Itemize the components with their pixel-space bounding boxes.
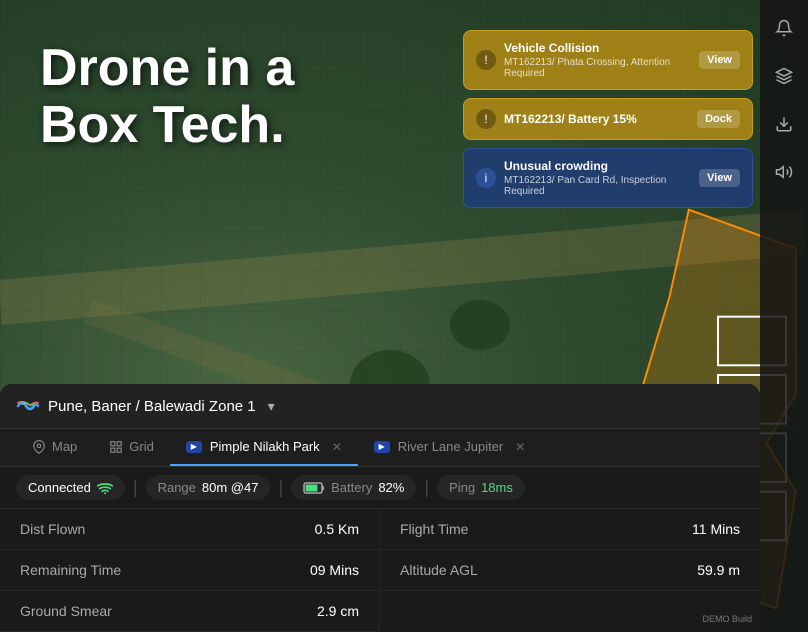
battery-label: Battery bbox=[331, 480, 372, 495]
panel-logo bbox=[16, 394, 40, 418]
alert-title-3: Unusual crowding bbox=[504, 159, 691, 173]
stat-label: Altitude AGL bbox=[400, 562, 478, 578]
alert-subtitle-3: MT162213/ Pan Card Rd, Inspection Requir… bbox=[504, 175, 691, 197]
panel-tabs: Map Grid ▶ Pimple Nilakh Park ✕ ▶ River … bbox=[0, 429, 760, 467]
tab-close-2[interactable]: ✕ bbox=[515, 440, 525, 454]
alert-vehicle-collision: ! Vehicle Collision MT162213/ Phata Cros… bbox=[463, 30, 753, 90]
alert-battery: ! MT162213/ Battery 15% Dock bbox=[463, 98, 753, 140]
ping-label: Ping bbox=[449, 480, 475, 495]
ping-pill: Ping 18ms bbox=[437, 475, 525, 500]
video-badge-1: ▶ bbox=[186, 441, 202, 453]
tab-river-lane[interactable]: ▶ River Lane Jupiter ✕ bbox=[358, 429, 542, 466]
stat-label: Flight Time bbox=[400, 521, 468, 537]
volume-icon[interactable] bbox=[768, 156, 800, 188]
battery-pill: Battery 82% bbox=[291, 475, 416, 500]
alerts-container: ! Vehicle Collision MT162213/ Phata Cros… bbox=[463, 30, 753, 208]
stats-grid: Dist Flown 0.5 Km Flight Time 11 Mins Remain… bbox=[0, 509, 760, 632]
alert-icon-2: ! bbox=[476, 109, 496, 129]
ping-value: 18ms bbox=[481, 480, 513, 495]
divider-1: | bbox=[133, 477, 138, 498]
download-icon[interactable] bbox=[768, 108, 800, 140]
battery-icon bbox=[303, 481, 325, 495]
alert-content-3: Unusual crowding MT162213/ Pan Card Rd, … bbox=[504, 159, 691, 197]
stat-row: Ground Smear 2.9 cm bbox=[0, 591, 380, 632]
wifi-icon bbox=[97, 482, 113, 494]
range-label: Range bbox=[158, 480, 196, 495]
zone-dropdown[interactable]: ▾ bbox=[268, 398, 275, 415]
tab-grid[interactable]: Grid bbox=[93, 429, 170, 466]
stat-value: 0.5 Km bbox=[315, 521, 359, 537]
stat-label: Remaining Time bbox=[20, 562, 121, 578]
hero-text: Drone in a Box Tech. bbox=[40, 40, 294, 154]
logo-icon bbox=[16, 394, 40, 418]
connected-label: Connected bbox=[28, 480, 91, 495]
panel-zone-title: Pune, Baner / Balewadi Zone 1 bbox=[48, 398, 256, 415]
panel-header: Pune, Baner / Balewadi Zone 1 ▾ bbox=[0, 384, 760, 429]
watermark: DEMO Build bbox=[702, 614, 752, 624]
range-value: 80m @47 bbox=[202, 480, 259, 495]
layers-icon[interactable] bbox=[768, 60, 800, 92]
stat-label: Ground Smear bbox=[20, 603, 112, 619]
video-badge-2: ▶ bbox=[374, 441, 390, 453]
stat-value: 09 Mins bbox=[310, 562, 359, 578]
battery-value: 82% bbox=[378, 480, 404, 495]
alert-icon-3: i bbox=[476, 168, 496, 188]
tab-close-1[interactable]: ✕ bbox=[332, 440, 342, 454]
alert-title-1: Vehicle Collision bbox=[504, 41, 691, 55]
grid-icon bbox=[109, 440, 123, 454]
tab-map-label: Map bbox=[52, 439, 77, 454]
stat-row: Altitude AGL 59.9 m bbox=[380, 550, 760, 591]
alert-subtitle-1: MT162213/ Phata Crossing, Attention Requ… bbox=[504, 57, 691, 79]
alert-action-dock[interactable]: Dock bbox=[697, 110, 740, 128]
right-sidebar bbox=[760, 0, 808, 632]
range-pill: Range 80m @47 bbox=[146, 475, 271, 500]
stat-value: 2.9 cm bbox=[317, 603, 359, 619]
alert-action-view-3[interactable]: View bbox=[699, 169, 740, 187]
stat-row: Flight Time 11 Mins bbox=[380, 509, 760, 550]
divider-3: | bbox=[424, 477, 429, 498]
tab-pimple-nilakh[interactable]: ▶ Pimple Nilakh Park ✕ bbox=[170, 429, 358, 466]
bell-icon[interactable] bbox=[768, 12, 800, 44]
alert-content-1: Vehicle Collision MT162213/ Phata Crossi… bbox=[504, 41, 691, 79]
alert-icon-1: ! bbox=[476, 50, 496, 70]
drone-panel: Pune, Baner / Balewadi Zone 1 ▾ Map Grid… bbox=[0, 384, 760, 632]
stat-row: Remaining Time 09 Mins bbox=[0, 550, 380, 591]
tab-grid-label: Grid bbox=[129, 439, 154, 454]
hero-title: Drone in a Box Tech. bbox=[40, 40, 294, 154]
alert-action-view-1[interactable]: View bbox=[699, 51, 740, 69]
status-bar: Connected | Range 80m @47 | Battery 82% bbox=[0, 467, 760, 509]
map-icon bbox=[32, 440, 46, 454]
alert-content-2: MT162213/ Battery 15% bbox=[504, 112, 689, 126]
alert-crowding: i Unusual crowding MT162213/ Pan Card Rd… bbox=[463, 148, 753, 208]
tab-pimple-label: Pimple Nilakh Park bbox=[210, 439, 320, 454]
divider-2: | bbox=[278, 477, 283, 498]
stat-value: 59.9 m bbox=[697, 562, 740, 578]
stat-value: 11 Mins bbox=[692, 521, 740, 537]
alert-title-2: MT162213/ Battery 15% bbox=[504, 112, 689, 126]
stat-row: Dist Flown 0.5 Km bbox=[0, 509, 380, 550]
stat-label: Dist Flown bbox=[20, 521, 85, 537]
tab-map[interactable]: Map bbox=[16, 429, 93, 466]
connected-pill: Connected bbox=[16, 475, 125, 500]
tab-river-label: River Lane Jupiter bbox=[398, 439, 504, 454]
